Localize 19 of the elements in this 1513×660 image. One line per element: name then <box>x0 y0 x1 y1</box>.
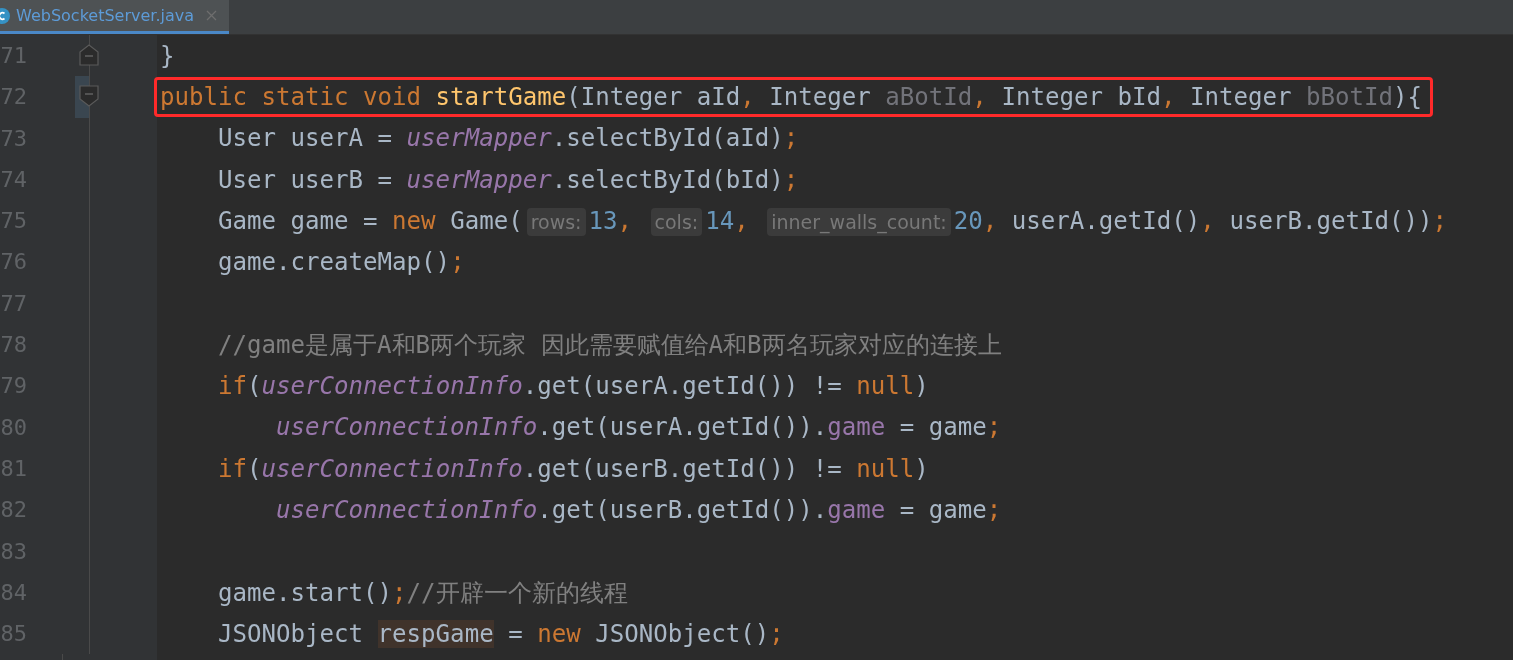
code-line: game.createMap(); <box>217 247 466 279</box>
code-line: User userA = userMapper.selectById(aId); <box>217 123 800 155</box>
code-line: JSONObject respGame = new JSONObject(); <box>217 618 785 650</box>
code-line: //game是属于A和B两个玩家 因此需要赋值给A和B两名玩家对应的连接上 <box>217 329 1003 361</box>
code-line: userConnectionInfo.get(userB.getId()).game = game; <box>275 494 1003 526</box>
fold-start-icon[interactable] <box>79 85 99 108</box>
code-line: if(userConnectionInfo.get(userA.getId()) != null) <box>217 371 930 402</box>
inlay-hint: inner_walls_count: <box>767 207 951 236</box>
fold-end-icon[interactable] <box>79 44 99 66</box>
inlay-hint: rows: <box>526 207 586 236</box>
inlay-hint: cols: <box>650 207 703 236</box>
code-line: } <box>159 40 176 72</box>
close-icon[interactable] <box>206 10 218 21</box>
code-line: game.start();//开辟一个新的线程 <box>217 577 629 609</box>
code-line: Game game = new Game( rows: 13, cols: 14, inner_walls_count: 20, userA.getId(), userB.getId()); <box>217 205 1448 238</box>
code-line: User userB = userMapper.selectById(bId); <box>217 164 800 196</box>
code-line: userConnectionInfo.get(userA.getId()).game = game; <box>275 412 1003 444</box>
code-line: if(userConnectionInfo.get(userB.getId()) != null) <box>217 453 930 485</box>
file-tab[interactable]: WebSocketServer.java <box>0 0 230 34</box>
